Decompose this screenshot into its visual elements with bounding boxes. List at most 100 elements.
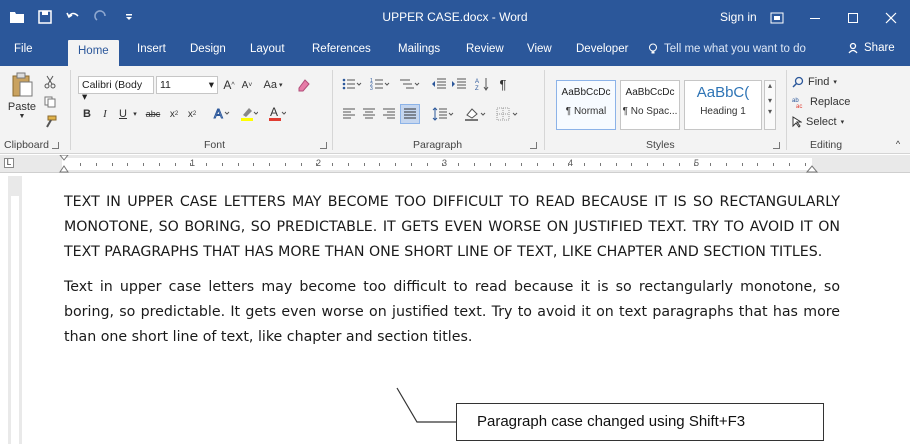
share-button[interactable]: Share — [848, 42, 895, 54]
ruler-tick — [442, 163, 444, 166]
shrink-font-icon[interactable]: A ˅ — [240, 77, 254, 93]
find-button[interactable]: Find ▾ — [792, 74, 837, 90]
align-center-icon[interactable] — [360, 106, 378, 122]
style-no-spacing[interactable]: AaBbCcDc ¶ No Spac... — [620, 80, 680, 130]
ruler-tick — [757, 163, 759, 166]
ribbon-separator — [786, 70, 787, 150]
style-heading-1[interactable]: AaBbC( Heading 1 — [684, 80, 762, 130]
collapse-ribbon-icon[interactable]: ^ — [892, 138, 904, 150]
grow-font-icon[interactable]: A ^ — [222, 77, 236, 93]
underline-dropdown-icon[interactable]: ▾ — [130, 106, 140, 122]
font-launcher-icon[interactable] — [320, 142, 327, 149]
ribbon-separator — [544, 70, 545, 150]
tab-insert[interactable]: Insert — [137, 43, 166, 55]
copy-icon[interactable] — [42, 94, 58, 110]
tell-me-box[interactable]: Tell me what you want to do — [648, 43, 806, 55]
ruler-tick — [521, 163, 522, 166]
lightbulb-icon — [649, 43, 657, 54]
clear-formatting-icon[interactable] — [294, 76, 312, 94]
document-body[interactable]: TEXT IN UPPER CASE LETTERS MAY BECOME TO… — [64, 190, 840, 360]
ruler-tick — [300, 163, 302, 166]
line-spacing-icon[interactable] — [430, 106, 456, 122]
ribbon-separator — [70, 70, 71, 150]
tab-references[interactable]: References — [312, 43, 371, 55]
tab-file[interactable]: File — [14, 43, 33, 55]
subscript-icon[interactable]: x2 — [166, 106, 182, 122]
more-styles-icon[interactable]: ▾ — [765, 107, 775, 116]
strikethrough-icon[interactable]: abc — [142, 106, 164, 122]
ruler-tick — [694, 163, 696, 166]
style-sample: AaBbCcDc — [625, 87, 675, 98]
format-painter-icon[interactable] — [42, 114, 58, 130]
decrease-indent-icon[interactable] — [430, 76, 448, 92]
maximize-icon[interactable] — [834, 0, 872, 36]
paragraph-sentence-case[interactable]: Text in upper case letters may become to… — [64, 275, 840, 350]
align-right-icon[interactable] — [380, 106, 398, 122]
highlight-icon[interactable] — [238, 104, 260, 122]
close-icon[interactable] — [872, 0, 910, 36]
underline-icon[interactable]: U — [116, 106, 130, 122]
style-name: Heading 1 — [700, 106, 746, 117]
tab-home[interactable]: Home — [68, 40, 119, 66]
change-case-button[interactable]: Aa ▾ — [260, 77, 286, 93]
tab-view[interactable]: View — [527, 43, 552, 55]
align-left-icon[interactable] — [340, 106, 358, 122]
svg-text:Z: Z — [475, 86, 479, 91]
paragraph-upper-case[interactable]: TEXT IN UPPER CASE LETTERS MAY BECOME TO… — [64, 190, 840, 265]
styles-gallery-scroll[interactable]: ▴ ▾ ▾ — [764, 80, 776, 130]
font-size-select[interactable]: 11 ▾ — [156, 76, 218, 94]
right-indent-marker-icon[interactable] — [806, 164, 818, 173]
superscript-icon[interactable]: x2 — [184, 106, 200, 122]
italic-icon[interactable]: I — [98, 106, 112, 122]
title-bar: UPPER CASE.docx - Word Sign in — [0, 0, 910, 36]
font-name-value: Calibri (Body — [82, 79, 143, 91]
font-color-icon[interactable]: A — [266, 104, 288, 122]
vertical-ruler[interactable] — [8, 176, 22, 444]
paste-button[interactable]: Paste ▼ — [6, 70, 38, 122]
ruler-tick — [221, 163, 223, 166]
scroll-down-icon[interactable]: ▾ — [765, 96, 775, 105]
increase-indent-icon[interactable] — [450, 76, 468, 92]
paragraph-launcher-icon[interactable] — [530, 142, 537, 149]
borders-icon[interactable] — [494, 106, 520, 122]
bold-icon[interactable]: B — [80, 106, 94, 122]
clipboard-launcher-icon[interactable] — [52, 142, 59, 149]
numbering-icon[interactable]: 123 — [368, 76, 392, 92]
ribbon-display-options-icon[interactable] — [758, 0, 796, 36]
paste-dropdown-arrow: ▼ — [18, 113, 26, 120]
ruler-tick — [143, 163, 144, 166]
scroll-up-icon[interactable]: ▴ — [765, 81, 775, 90]
shading-icon[interactable] — [462, 106, 488, 122]
styles-launcher-icon[interactable] — [773, 142, 780, 149]
justify-icon[interactable] — [400, 104, 420, 124]
replace-button[interactable]: ab ac Replace — [792, 94, 850, 110]
tell-me-text: Tell me what you want to do — [664, 43, 806, 55]
change-case-label: Aa — [263, 79, 277, 91]
sign-in-link[interactable]: Sign in — [720, 10, 757, 24]
tab-design[interactable]: Design — [190, 43, 226, 55]
font-name-select[interactable]: Calibri (Body ▾ — [78, 76, 154, 103]
text-effects-icon[interactable]: A — [210, 104, 232, 122]
bullets-icon[interactable] — [340, 76, 364, 92]
tab-developer[interactable]: Developer — [576, 43, 628, 55]
horizontal-ruler[interactable]: L 1 2 3 4 5 — [0, 155, 910, 173]
tab-selector-icon[interactable]: L — [4, 158, 14, 168]
sort-icon[interactable]: AZ — [474, 76, 492, 92]
font-group-label: Font — [204, 139, 226, 151]
cut-icon[interactable] — [42, 74, 58, 90]
search-icon — [792, 76, 804, 88]
tab-layout[interactable]: Layout — [250, 43, 285, 55]
tab-mailings[interactable]: Mailings — [398, 43, 440, 55]
tab-review[interactable]: Review — [466, 43, 504, 55]
select-button[interactable]: Select ▾ — [792, 114, 844, 130]
show-formatting-marks-icon[interactable]: ¶ — [496, 76, 510, 92]
ruler-tick — [489, 163, 491, 166]
indent-marker-icon[interactable] — [58, 155, 70, 173]
style-sample: AaBbCcDc — [561, 87, 611, 98]
minimize-icon[interactable] — [796, 0, 834, 36]
callout-pointer — [396, 387, 457, 423]
ruler-tick — [174, 163, 176, 166]
ruler-tick — [190, 163, 192, 166]
multilevel-list-icon[interactable] — [396, 76, 422, 92]
style-normal[interactable]: AaBbCcDc ¶ Normal — [556, 80, 616, 130]
